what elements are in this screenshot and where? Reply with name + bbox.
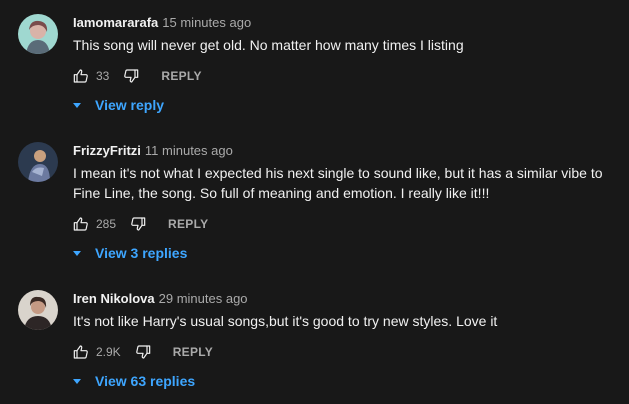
avatar[interactable] — [18, 142, 58, 182]
comment-text: I mean it's not what I expected his next… — [73, 165, 603, 201]
timestamp[interactable]: 11 minutes ago — [145, 143, 233, 158]
reply-button[interactable]: REPLY — [173, 345, 213, 359]
like-count: 285 — [96, 217, 117, 231]
caret-down-icon — [71, 375, 83, 387]
view-replies-label: View 3 replies — [95, 245, 188, 261]
view-replies-button[interactable]: View 3 replies — [71, 243, 187, 263]
view-replies-button[interactable]: View reply — [71, 95, 164, 115]
author-name[interactable]: Iren Nikolova — [73, 291, 155, 306]
thumb-up-icon[interactable] — [73, 216, 89, 232]
caret-down-icon — [71, 99, 83, 111]
like-count: 33 — [96, 69, 110, 83]
comment-header: Iamomararafa 15 minutes ago — [73, 15, 251, 30]
caret-down-icon — [71, 247, 83, 259]
timestamp[interactable]: 15 minutes ago — [162, 15, 251, 30]
thumb-down-icon[interactable] — [135, 344, 151, 360]
thumb-down-icon[interactable] — [130, 216, 146, 232]
avatar[interactable] — [18, 290, 58, 330]
comment-text: It's not like Harry's usual songs,but it… — [73, 313, 498, 329]
comment-actions: 2.9K REPLY — [73, 342, 213, 362]
avatar[interactable] — [18, 14, 58, 54]
author-name[interactable]: FrizzyFritzi — [73, 143, 141, 158]
comment-header: Iren Nikolova 29 minutes ago — [73, 291, 248, 306]
view-replies-button[interactable]: View 63 replies — [71, 371, 195, 391]
thumb-up-icon[interactable] — [73, 68, 89, 84]
comment-header: FrizzyFritzi 11 minutes ago — [73, 143, 233, 158]
thumb-up-icon[interactable] — [73, 344, 89, 360]
view-replies-label: View reply — [95, 97, 165, 113]
view-replies-label: View 63 replies — [95, 373, 196, 389]
comment-text: This song will never get old. No matter … — [73, 37, 464, 53]
author-name[interactable]: Iamomararafa — [73, 15, 158, 30]
timestamp[interactable]: 29 minutes ago — [159, 291, 248, 306]
reply-button[interactable]: REPLY — [168, 217, 208, 231]
reply-button[interactable]: REPLY — [161, 69, 201, 83]
comment-actions: 33 REPLY — [73, 66, 202, 86]
thumb-down-icon[interactable] — [123, 68, 139, 84]
comment-actions: 285 REPLY — [73, 214, 208, 234]
like-count: 2.9K — [96, 345, 121, 359]
